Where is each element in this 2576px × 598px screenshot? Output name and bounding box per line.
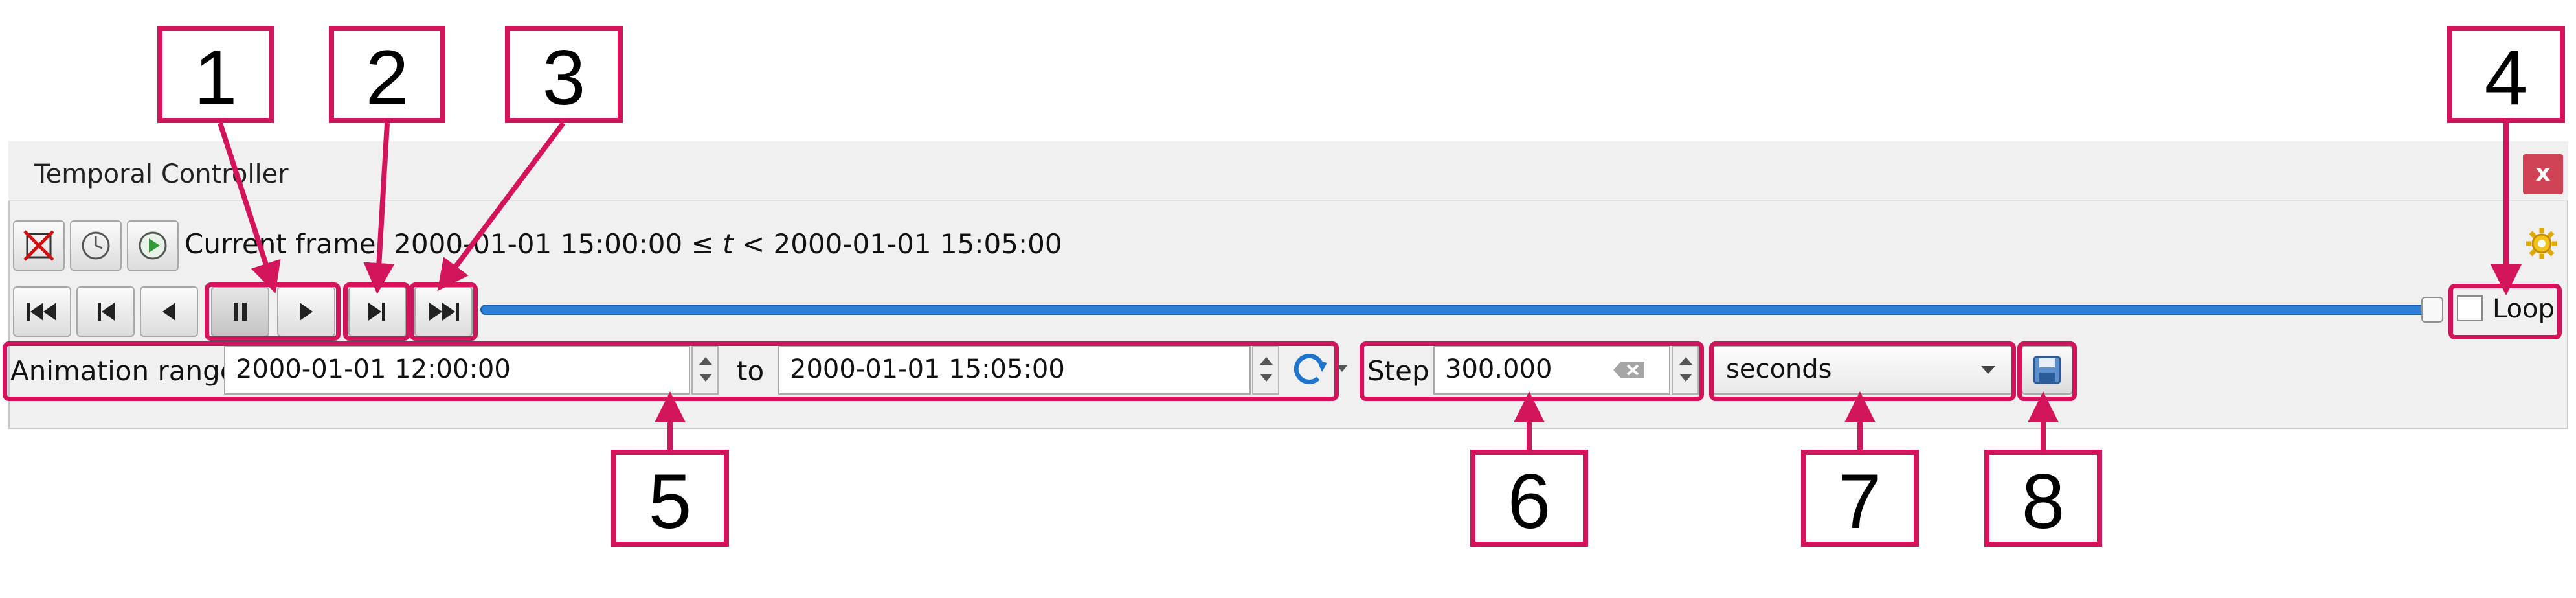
play-backward-icon <box>162 303 175 321</box>
frame-start: 2000-01-01 15:00:00 <box>394 228 683 260</box>
disable-navigation-icon <box>23 230 54 261</box>
play-circle-icon <box>139 231 167 260</box>
frame-variable: t <box>722 228 734 260</box>
close-button[interactable]: x <box>2523 154 2563 194</box>
highlight-play-pause <box>205 282 341 341</box>
disable-navigation-button[interactable] <box>13 220 65 271</box>
clock-icon <box>82 231 110 260</box>
skip-back-icon <box>98 303 115 321</box>
rewind-to-start-icon <box>27 303 56 321</box>
frame-end: 2000-01-01 15:05:00 <box>773 228 1062 260</box>
window-title: Temporal Controller <box>34 159 289 189</box>
callout-5: 5 <box>611 450 729 547</box>
current-frame-label: Current frame: <box>185 228 394 260</box>
highlight-skip-to-end <box>409 282 478 341</box>
skip-back-button[interactable] <box>76 286 135 337</box>
animated-navigation-button[interactable] <box>127 220 179 271</box>
play-backward-button[interactable] <box>140 286 198 337</box>
frame-operator: ≤ <box>682 228 723 260</box>
settings-icon[interactable] <box>2524 225 2560 262</box>
highlight-step <box>1360 341 1704 401</box>
highlight-save <box>2017 341 2077 401</box>
callout-8: 8 <box>1984 450 2102 547</box>
callout-7: 7 <box>1801 450 1919 547</box>
fixed-range-button[interactable] <box>70 220 122 271</box>
callout-4: 4 <box>2447 26 2565 123</box>
rewind-to-start-button[interactable] <box>13 286 71 337</box>
timeline-slider[interactable] <box>480 305 2429 315</box>
highlight-loop <box>2448 284 2562 339</box>
callout-2: 2 <box>329 26 445 123</box>
current-frame-text: Current frame: 2000-01-01 15:00:00 ≤ t <… <box>185 228 1062 260</box>
callout-1: 1 <box>157 26 274 123</box>
highlight-animation-range <box>3 341 1339 401</box>
callout-6: 6 <box>1470 450 1588 547</box>
timeline-slider-handle[interactable] <box>2421 297 2443 323</box>
callout-3: 3 <box>505 26 623 123</box>
frame-lt: < <box>733 228 774 260</box>
highlight-step-unit <box>1709 341 2016 401</box>
title-bar: Temporal Controller <box>8 141 2568 201</box>
highlight-skip-forward <box>343 282 410 341</box>
